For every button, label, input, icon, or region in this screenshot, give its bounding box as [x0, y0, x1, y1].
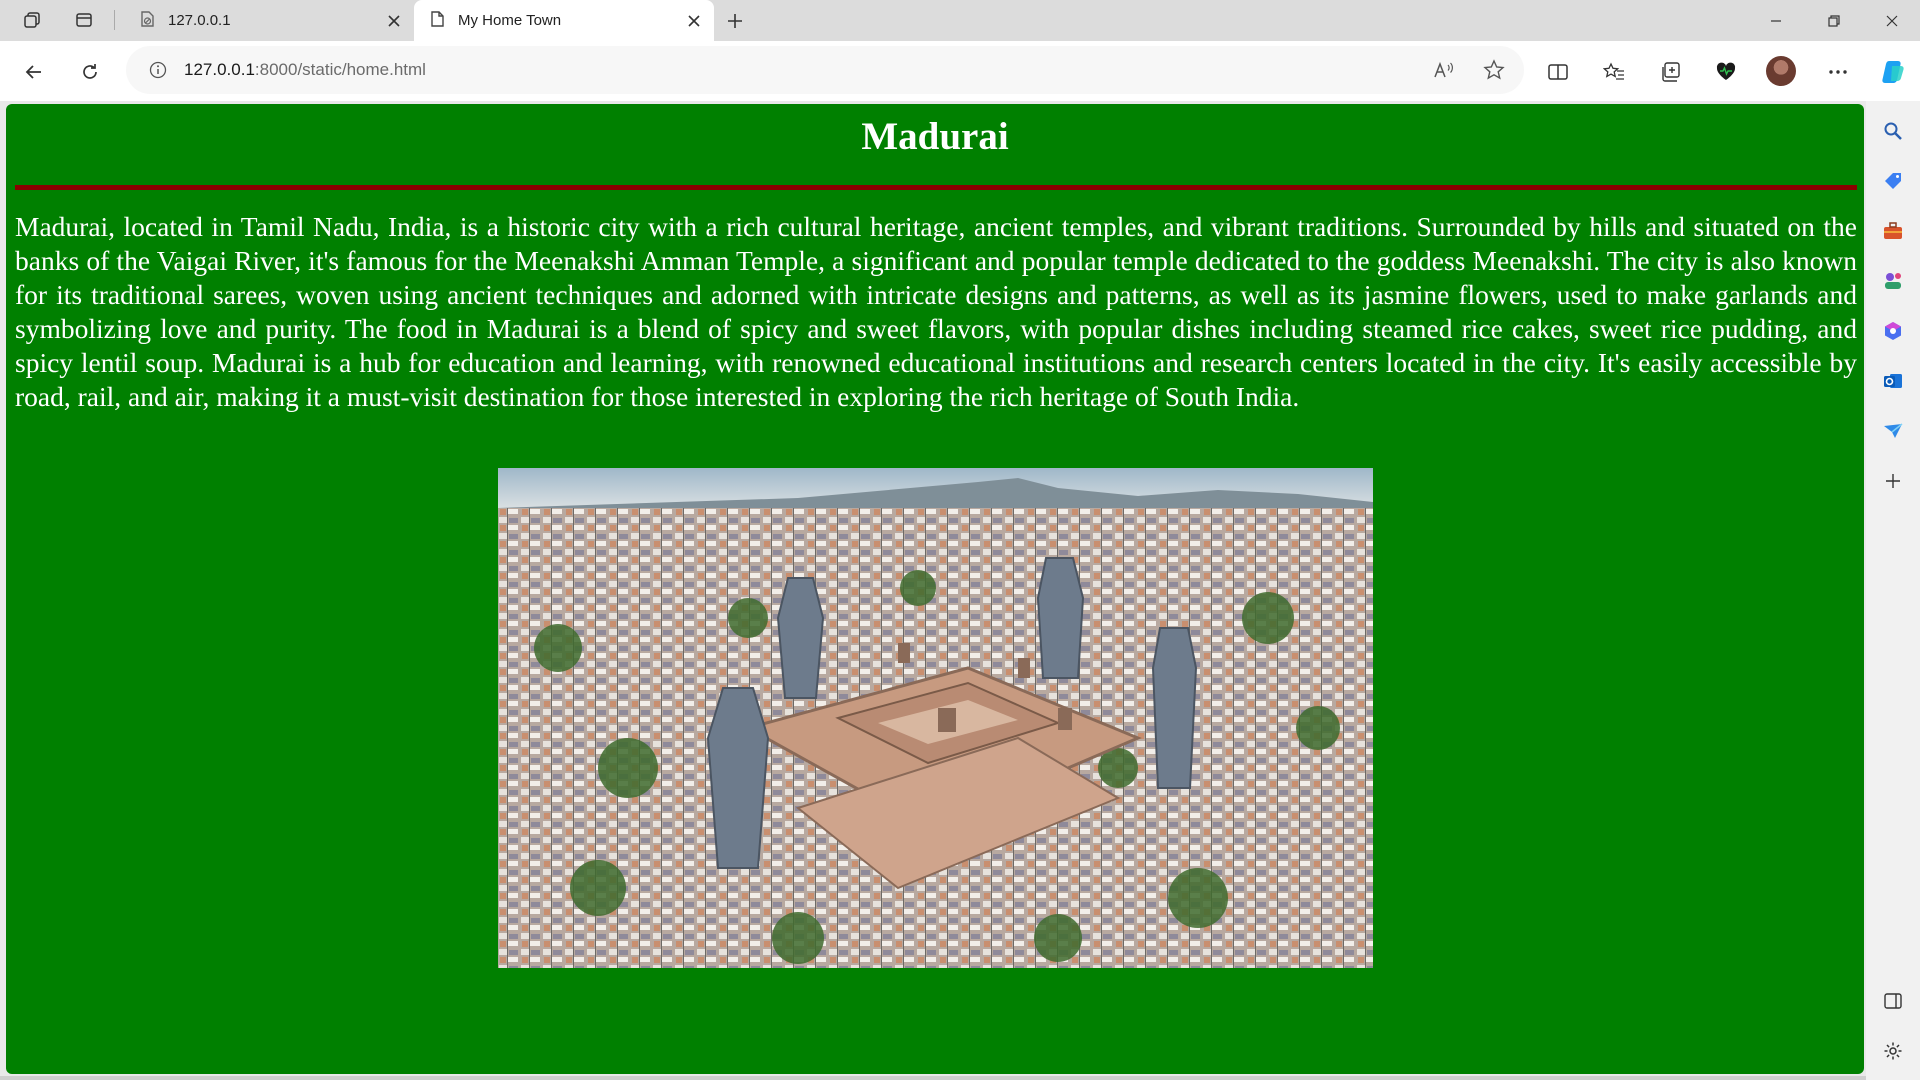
address-bar[interactable]: 127.0.0.1:8000/static/home.html [126, 46, 1524, 94]
shopping-tag-icon[interactable] [1880, 168, 1906, 194]
more-menu-icon[interactable] [1820, 54, 1856, 90]
new-tab-button[interactable] [720, 6, 750, 36]
tab-title: My Home Town [458, 12, 562, 29]
profile-avatar[interactable] [1766, 56, 1796, 86]
tab-127[interactable]: 127.0.0.1 [124, 0, 414, 41]
outlook-icon[interactable] [1880, 368, 1906, 394]
url-path: :8000/static/home.html [254, 60, 426, 79]
site-info-icon[interactable] [146, 58, 170, 82]
add-icon[interactable] [1880, 468, 1906, 494]
madurai-temple-image [498, 468, 1373, 968]
copilot-icon[interactable] [1876, 54, 1912, 90]
window-bottom-edge [0, 1076, 1866, 1080]
tools-briefcase-icon[interactable] [1880, 218, 1906, 244]
settings-gear-icon[interactable] [1880, 1038, 1906, 1064]
refresh-button[interactable] [72, 54, 108, 90]
tab-title: 127.0.0.1 [168, 12, 231, 29]
collections-icon[interactable] [1652, 54, 1688, 90]
horizontal-rule [15, 185, 1857, 190]
favorite-star-icon[interactable] [1476, 52, 1512, 88]
close-tab-icon[interactable] [680, 7, 708, 35]
microsoft-365-icon[interactable] [1880, 318, 1906, 344]
back-button[interactable] [16, 54, 52, 90]
page-blocked-icon [138, 10, 156, 32]
tab-strip: 127.0.0.1 My Home Town [0, 0, 1920, 41]
minimize-button[interactable] [1748, 0, 1804, 41]
browser-toolbar: 127.0.0.1:8000/static/home.html [0, 41, 1920, 101]
games-icon[interactable] [1880, 268, 1906, 294]
page-icon [428, 10, 446, 32]
workspaces-icon[interactable] [15, 7, 49, 33]
page-title: Madurai [861, 115, 1009, 158]
edge-sidebar [1866, 101, 1920, 1080]
tab-my-home-town[interactable]: My Home Town [414, 0, 714, 41]
hide-sidebar-icon[interactable] [1880, 988, 1906, 1014]
favorites-icon[interactable] [1596, 54, 1632, 90]
split-screen-icon[interactable] [1540, 54, 1576, 90]
restore-button[interactable] [1806, 0, 1862, 41]
search-icon[interactable] [1880, 118, 1906, 144]
description-paragraph: Madurai, located in Tamil Nadu, India, i… [15, 211, 1857, 412]
page-content: Madurai Madurai, located in Tamil Nadu, … [6, 104, 1864, 1074]
tab-divider [114, 10, 115, 30]
drop-send-icon[interactable] [1880, 418, 1906, 444]
browser-essentials-icon[interactable] [1708, 54, 1744, 90]
url-text[interactable]: 127.0.0.1:8000/static/home.html [184, 60, 426, 80]
close-tab-icon[interactable] [380, 7, 408, 35]
close-window-button[interactable] [1864, 0, 1920, 41]
read-aloud-icon[interactable] [1426, 52, 1462, 88]
tab-actions-icon[interactable] [67, 7, 101, 33]
url-host: 127.0.0.1 [184, 60, 255, 79]
